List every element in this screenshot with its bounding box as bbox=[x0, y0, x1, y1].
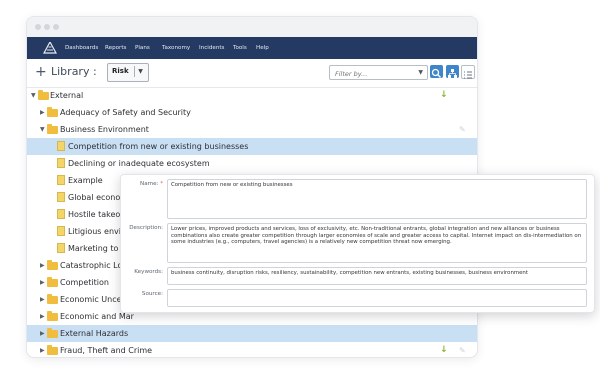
collapsed-caret-icon[interactable]: ▶ bbox=[40, 325, 45, 342]
nav-dashboards[interactable]: Dashboards bbox=[65, 37, 98, 59]
nav-taxonomy[interactable]: Taxonomy bbox=[162, 37, 190, 59]
arrow-down-icon[interactable]: ↓ bbox=[440, 87, 448, 104]
collapsed-caret-icon[interactable]: ▶ bbox=[40, 274, 45, 291]
tree-row-competition-new[interactable]: Competition from new or existing busines… bbox=[27, 138, 477, 155]
add-button[interactable]: + bbox=[35, 63, 47, 81]
top-navbar: Dashboards Reports Plans Taxonomy Incide… bbox=[27, 37, 477, 59]
library-select-value: Risk bbox=[112, 67, 129, 75]
link-icon[interactable]: ✎ bbox=[459, 121, 466, 138]
arrow-down-icon[interactable]: ↓ bbox=[440, 342, 448, 357]
tree-row-label: Competition bbox=[60, 278, 109, 287]
tree-row-label: Declining or inadequate ecosystem bbox=[68, 159, 210, 168]
folder-icon bbox=[47, 345, 58, 355]
tree-row-label: Example bbox=[68, 176, 103, 185]
document-icon bbox=[57, 243, 65, 253]
folder-icon bbox=[47, 328, 58, 338]
tree-row-label: Fraud, Theft and Crime bbox=[60, 346, 153, 355]
folder-icon bbox=[47, 294, 58, 304]
folder-icon bbox=[38, 90, 49, 100]
document-icon bbox=[57, 192, 65, 202]
description-field-value: Lower prices, improved products and serv… bbox=[171, 226, 582, 246]
nav-incidents[interactable]: Incidents bbox=[199, 37, 224, 59]
tree-row-fraud[interactable]: ▶ Fraud, Theft and Crime ↓ ✎ bbox=[27, 342, 477, 357]
document-icon bbox=[57, 175, 65, 185]
collapsed-caret-icon[interactable]: ▶ bbox=[40, 104, 45, 121]
required-marker: * bbox=[160, 181, 163, 187]
tree-row-label: Business Environment bbox=[60, 125, 149, 134]
keywords-field-value: business continuity, disruption risks, r… bbox=[171, 270, 528, 276]
nav-plans[interactable]: Plans bbox=[135, 37, 150, 59]
chevron-down-icon[interactable]: ▼ bbox=[134, 66, 146, 77]
window-minimize-dot[interactable] bbox=[44, 24, 50, 30]
search-icon bbox=[431, 68, 441, 78]
library-toolbar: + Library : Risk ▼ ▼ bbox=[27, 59, 477, 88]
window-maximize-dot[interactable] bbox=[53, 24, 59, 30]
link-icon[interactable]: ✎ bbox=[459, 342, 466, 357]
tree-row-label: Adequacy of Safety and Security bbox=[60, 108, 191, 117]
name-field-value: Competition from new or existing busines… bbox=[171, 182, 293, 188]
triangle-logo-icon[interactable] bbox=[43, 42, 57, 54]
tree-row-adequacy[interactable]: ▶ Adequacy of Safety and Security bbox=[27, 104, 477, 121]
filter-input[interactable] bbox=[333, 67, 407, 80]
source-label: Source: bbox=[141, 291, 163, 297]
tree-view-button[interactable] bbox=[446, 65, 459, 78]
name-label-text: Name: bbox=[140, 181, 159, 187]
tree-view-icon bbox=[448, 69, 457, 78]
expanded-caret-icon[interactable]: ▼ bbox=[31, 87, 36, 104]
window-close-dot[interactable] bbox=[35, 24, 41, 30]
list-view-icon bbox=[464, 71, 472, 79]
library-label: Library : bbox=[51, 65, 97, 78]
collapsed-caret-icon[interactable]: ▶ bbox=[40, 342, 45, 357]
nav-tools[interactable]: Tools bbox=[233, 37, 247, 59]
search-button[interactable] bbox=[430, 65, 443, 78]
nav-help[interactable]: Help bbox=[256, 37, 269, 59]
tree-row-external-hazards[interactable]: ▶ External Hazards bbox=[27, 325, 477, 342]
library-select[interactable]: Risk ▼ bbox=[107, 63, 149, 82]
collapsed-caret-icon[interactable]: ▶ bbox=[40, 308, 45, 325]
list-view-button[interactable] bbox=[461, 65, 475, 79]
keywords-label: Keywords: bbox=[134, 269, 163, 275]
folder-icon bbox=[47, 107, 58, 117]
collapsed-caret-icon[interactable]: ▶ bbox=[40, 291, 45, 308]
tree-row-label: External Hazards bbox=[60, 329, 129, 338]
tree-row-declining[interactable]: Declining or inadequate ecosystem bbox=[27, 155, 477, 172]
filter-field[interactable]: ▼ bbox=[329, 65, 428, 80]
expanded-caret-icon[interactable]: ▼ bbox=[40, 121, 45, 138]
description-field[interactable]: Lower prices, improved products and serv… bbox=[167, 223, 587, 263]
document-icon bbox=[57, 226, 65, 236]
document-icon bbox=[57, 158, 65, 168]
keywords-field[interactable]: business continuity, disruption risks, r… bbox=[167, 267, 587, 285]
document-icon bbox=[57, 209, 65, 219]
tree-row-business-environment[interactable]: ▼ Business Environment ✎ bbox=[27, 121, 477, 138]
nav-reports[interactable]: Reports bbox=[105, 37, 126, 59]
filter-dropdown-icon[interactable]: ▼ bbox=[418, 67, 423, 78]
tree-row-label: Competition from new or existing busines… bbox=[68, 142, 249, 151]
folder-icon bbox=[47, 311, 58, 321]
collapsed-caret-icon[interactable]: ▶ bbox=[40, 257, 45, 274]
name-field[interactable]: Competition from new or existing busines… bbox=[167, 179, 587, 219]
risk-detail-panel: Name: * Competition from new or existing… bbox=[120, 174, 595, 313]
tree-row-external[interactable]: ▼ External ↓ bbox=[27, 87, 477, 104]
name-label: Name: * bbox=[121, 181, 163, 187]
folder-icon bbox=[47, 124, 58, 134]
folder-icon bbox=[47, 277, 58, 287]
folder-icon bbox=[47, 260, 58, 270]
document-icon bbox=[57, 141, 65, 151]
window-titlebar bbox=[27, 17, 477, 37]
tree-row-label: External bbox=[50, 91, 84, 100]
description-label: Description: bbox=[129, 225, 163, 231]
source-field[interactable] bbox=[167, 289, 587, 307]
